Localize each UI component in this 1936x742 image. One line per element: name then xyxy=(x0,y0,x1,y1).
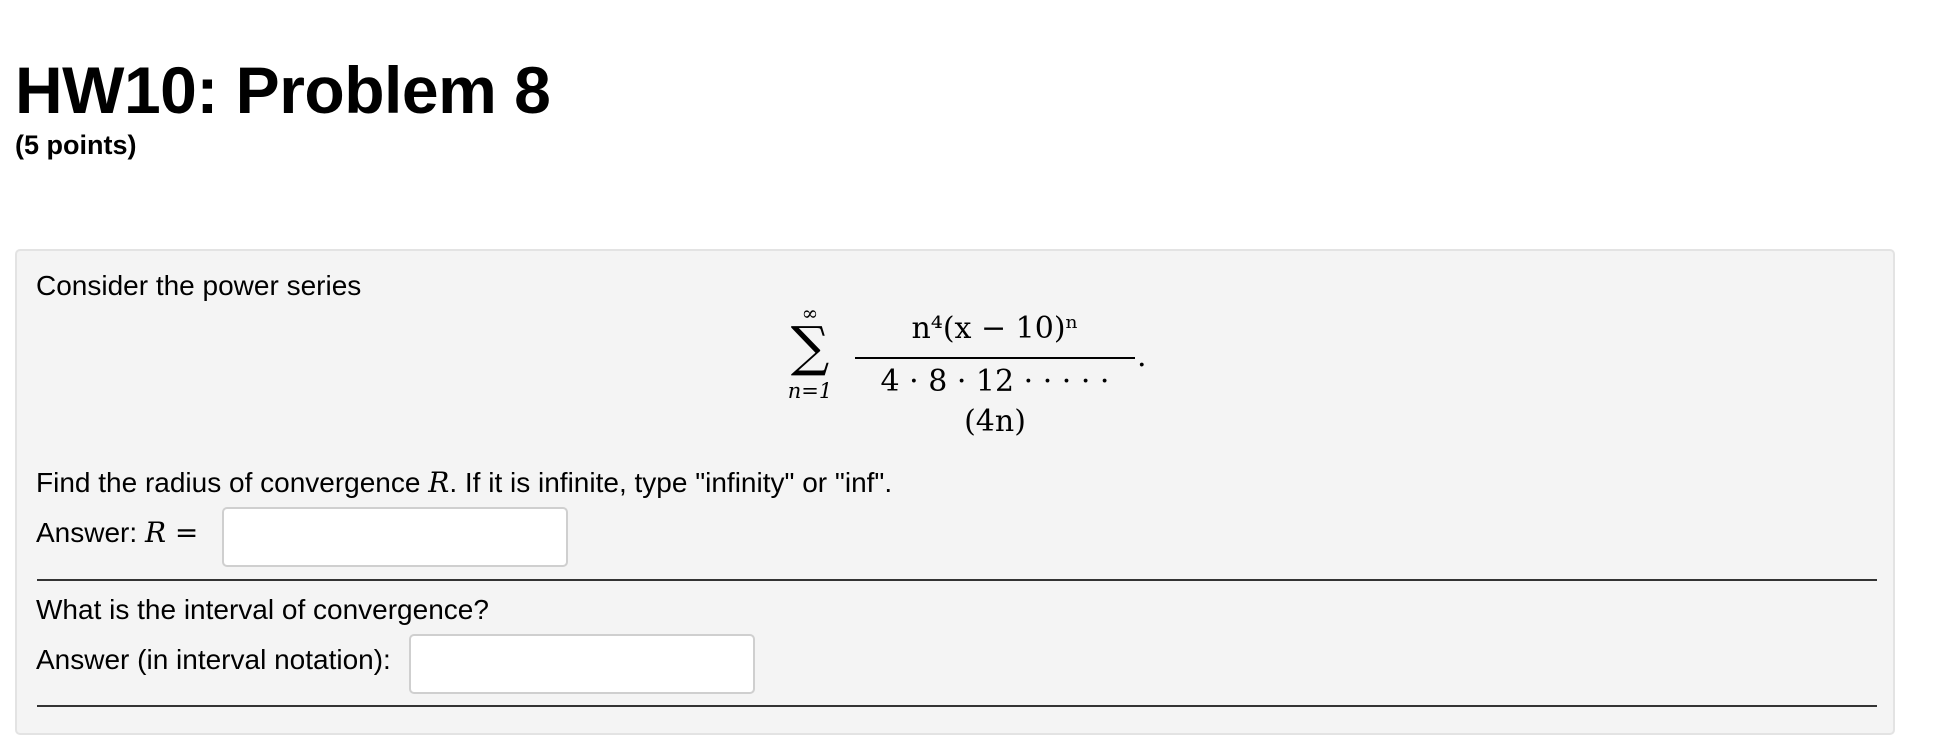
fraction-denominator: 4 · 8 · 12 · · · · · (4n) xyxy=(880,364,1110,439)
problem-body: Consider the power series ∞ ∑ n=1 n⁴(x −… xyxy=(15,249,1895,735)
interval-question: What is the interval of convergence? xyxy=(36,594,489,625)
intro-text: Consider the power series xyxy=(36,270,362,301)
bottom-divider xyxy=(37,705,1877,707)
series-fraction: n⁴(x − 10)ⁿ 4 · 8 · 12 · · · · · (4n) xyxy=(855,309,1135,439)
problem-title: HW10: Problem 8 xyxy=(15,53,551,127)
sum-lower-limit: n=1 xyxy=(787,379,833,403)
power-series-formula: ∞ ∑ n=1 n⁴(x − 10)ⁿ 4 · 8 · 12 · · · · ·… xyxy=(780,303,1160,439)
answer-equals: = xyxy=(166,516,199,549)
formula-period: . xyxy=(1137,339,1147,374)
radius-question: Find the radius of convergence R. If it … xyxy=(36,466,892,500)
answer-variable: R xyxy=(144,516,167,549)
problem-page: HW10: Problem 8 (5 points) Consider the … xyxy=(0,0,1936,742)
fraction-numerator: n⁴(x − 10)ⁿ xyxy=(911,311,1079,346)
radius-answer-label: Answer: R = xyxy=(36,516,198,550)
interval-answer-label: Answer (in interval notation): xyxy=(36,644,391,675)
radius-question-start: Find the radius of convergence xyxy=(36,467,429,498)
radius-question-end: . If it is infinite, type "infinity" or … xyxy=(449,467,893,498)
fraction-bar xyxy=(855,357,1135,359)
sigma-symbol: ∑ xyxy=(790,315,830,378)
part-divider xyxy=(37,579,1877,581)
interval-answer-input[interactable] xyxy=(409,634,755,694)
answer-label: Answer: xyxy=(36,517,145,548)
radius-variable: R xyxy=(428,466,450,499)
problem-points: (5 points) xyxy=(15,130,137,160)
radius-answer-input[interactable] xyxy=(222,507,568,567)
summation: ∞ ∑ n=1 xyxy=(780,303,840,413)
